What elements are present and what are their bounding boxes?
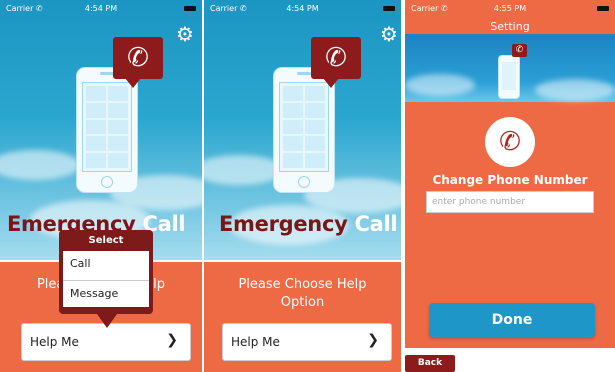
gear-icon[interactable]: ⚙ bbox=[380, 24, 398, 44]
dropdown-value: Help Me bbox=[30, 335, 79, 349]
help-prompt-line2: Option bbox=[280, 295, 325, 310]
screen-settings: Carrier ✆ 4:55 PM Setting ✆ ✆ Change Pho… bbox=[405, 0, 615, 372]
dropdown-value: Help Me bbox=[231, 335, 280, 349]
select-popup: Select Call Message bbox=[59, 230, 153, 328]
popup-option-call[interactable]: Call bbox=[63, 251, 149, 277]
chevron-down-icon: ❯ bbox=[166, 332, 178, 348]
settings-heading: Setting bbox=[490, 20, 530, 33]
app-title-emergency: Emergency bbox=[219, 212, 348, 236]
help-option-dropdown[interactable]: Help Me ❯ bbox=[21, 323, 191, 361]
status-bar: Carrier ✆ 4:54 PM bbox=[204, 0, 401, 18]
clock-label: 4:55 PM bbox=[493, 4, 527, 13]
battery-icon bbox=[184, 6, 196, 11]
app-screens-collage: Carrier ✆ 4:54 PM ⚙ ✆ Emergency Call Ple… bbox=[0, 0, 615, 372]
status-bar: Carrier ✆ 4:54 PM bbox=[0, 0, 202, 18]
phone-handset-icon: ✆ bbox=[512, 44, 527, 57]
phone-handset-icon: ✆ bbox=[113, 37, 163, 88]
back-button[interactable]: Back bbox=[405, 355, 455, 372]
phone-number-input[interactable] bbox=[426, 191, 594, 213]
clock-label: 4:54 PM bbox=[286, 4, 319, 13]
popup-title: Select bbox=[88, 235, 124, 246]
screen-home-popup: Carrier ✆ 4:54 PM ⚙ ✆ Emergency Call Ple… bbox=[0, 0, 202, 372]
popup-option-message[interactable]: Message bbox=[63, 281, 149, 307]
phone-handset-icon: ✆ bbox=[311, 37, 361, 88]
app-title-call: Call bbox=[354, 212, 398, 236]
help-option-dropdown[interactable]: Help Me ❯ bbox=[222, 323, 392, 361]
clock-label: 4:54 PM bbox=[84, 4, 118, 13]
status-bar: Carrier ✆ 4:55 PM bbox=[405, 0, 615, 18]
screen-home: Carrier ✆ 4:54 PM ⚙ ✆ Emergency Call Ple… bbox=[204, 0, 401, 372]
help-prompt-line1: Please Choose Help bbox=[238, 277, 367, 292]
phone-handset-icon: ✆ bbox=[485, 117, 535, 167]
done-button[interactable]: Done bbox=[429, 303, 595, 337]
app-title: Emergency Call bbox=[219, 212, 398, 236]
battery-icon bbox=[383, 6, 395, 11]
gear-icon[interactable]: ⚙ bbox=[176, 24, 194, 44]
phone-illustration bbox=[498, 55, 520, 99]
battery-icon bbox=[597, 6, 609, 11]
change-phone-label: Change Phone Number bbox=[432, 173, 588, 187]
help-prompt: Please Choose Help Option bbox=[204, 276, 401, 312]
chevron-down-icon: ❯ bbox=[367, 332, 379, 348]
